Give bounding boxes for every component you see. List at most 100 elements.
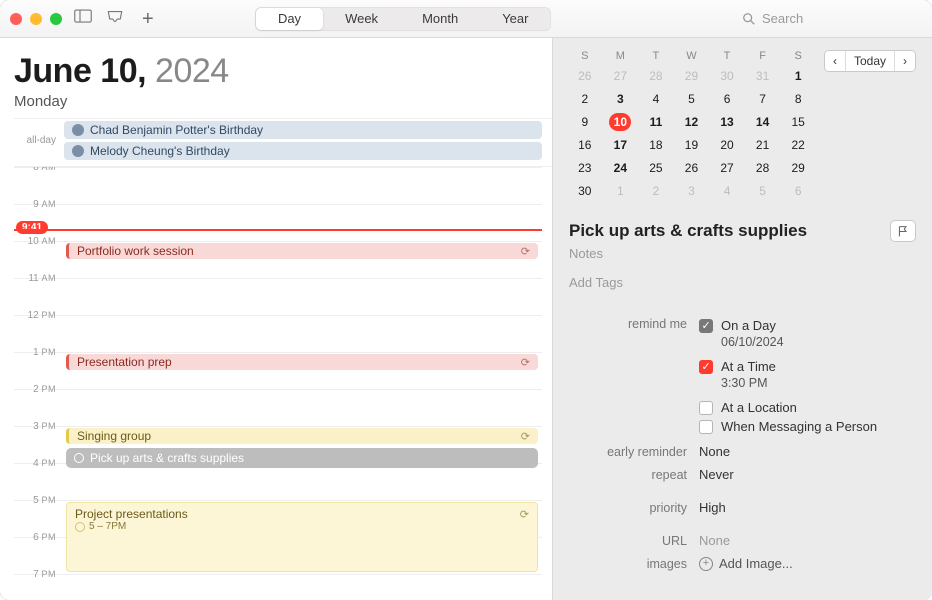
- at-location-label: At a Location: [721, 400, 797, 415]
- on-a-day-checkbox[interactable]: [699, 319, 713, 333]
- hour-label: 7 PM: [14, 569, 56, 580]
- minical-day[interactable]: 24: [609, 159, 631, 177]
- add-event-button[interactable]: +: [142, 9, 154, 29]
- minical-day[interactable]: 14: [752, 113, 774, 131]
- minical-day[interactable]: 5: [680, 90, 702, 108]
- minical-day[interactable]: 9: [574, 113, 596, 131]
- reminder-title[interactable]: Pick up arts & crafts supplies: [569, 221, 807, 241]
- view-day-tab[interactable]: Day: [256, 8, 323, 30]
- minical-day[interactable]: 18: [645, 136, 667, 154]
- view-year-tab[interactable]: Year: [480, 8, 550, 30]
- minical-day[interactable]: 29: [680, 67, 702, 85]
- mini-calendar: SMTWTFS262728293031123456789101112131415…: [569, 50, 814, 200]
- hour-label: 1 PM: [14, 347, 56, 358]
- search-placeholder: Search: [762, 11, 803, 26]
- calendar-event[interactable]: Singing group⟳: [66, 428, 538, 444]
- minimize-window-button[interactable]: [30, 13, 42, 25]
- minical-day[interactable]: 8: [787, 90, 809, 108]
- minical-day[interactable]: 26: [574, 67, 596, 85]
- minical-day[interactable]: 1: [609, 182, 631, 200]
- minical-day[interactable]: 30: [716, 67, 738, 85]
- priority-value[interactable]: High: [699, 500, 916, 515]
- at-a-time-checkbox[interactable]: [699, 360, 713, 374]
- minical-day[interactable]: 21: [752, 136, 774, 154]
- minical-day[interactable]: 30: [574, 182, 596, 200]
- minical-day[interactable]: 2: [574, 90, 596, 108]
- minical-day[interactable]: 19: [680, 136, 702, 154]
- minical-day[interactable]: 23: [574, 159, 596, 177]
- close-window-button[interactable]: [10, 13, 22, 25]
- calendar-event[interactable]: Portfolio work session⟳: [66, 243, 538, 259]
- search-field[interactable]: Search: [742, 7, 922, 31]
- all-day-event[interactable]: Chad Benjamin Potter's Birthday: [64, 121, 542, 139]
- minical-day[interactable]: 31: [752, 67, 774, 85]
- all-day-event[interactable]: Melody Cheung's Birthday: [64, 142, 542, 160]
- minical-day[interactable]: 25: [645, 159, 667, 177]
- minical-day[interactable]: 6: [716, 90, 738, 108]
- at-a-time-label: At a Time: [721, 359, 776, 374]
- minical-day[interactable]: 27: [716, 159, 738, 177]
- on-a-day-value[interactable]: 06/10/2024: [699, 335, 916, 349]
- calendar-event[interactable]: Project presentations⟳5 – 7PM: [66, 502, 538, 572]
- view-week-tab[interactable]: Week: [323, 8, 400, 30]
- calendar-event[interactable]: Pick up arts & crafts supplies: [66, 448, 538, 468]
- minical-day[interactable]: 16: [574, 136, 596, 154]
- calendar-event[interactable]: Presentation prep⟳: [66, 354, 538, 370]
- repeat-value[interactable]: Never: [699, 467, 916, 482]
- add-image-button[interactable]: + Add Image...: [699, 556, 916, 571]
- inbox-icon[interactable]: [106, 8, 124, 29]
- page-title: June 10, 2024: [14, 52, 552, 91]
- minical-day[interactable]: 22: [787, 136, 809, 154]
- calendars-sidebar-icon[interactable]: [74, 8, 92, 29]
- minical-day[interactable]: 28: [645, 67, 667, 85]
- view-segmented-control: Day Week Month Year: [255, 7, 552, 31]
- at-a-time-value[interactable]: 3:30 PM: [699, 376, 916, 390]
- minical-day[interactable]: 4: [645, 90, 667, 108]
- view-month-tab[interactable]: Month: [400, 8, 480, 30]
- minical-day[interactable]: 15: [787, 113, 809, 131]
- minical-day[interactable]: 2: [645, 182, 667, 200]
- minical-day[interactable]: 17: [609, 136, 631, 154]
- all-day-event-title: Chad Benjamin Potter's Birthday: [90, 123, 263, 137]
- hour-row: 7 PM: [14, 574, 542, 600]
- today-button[interactable]: Today: [845, 51, 894, 71]
- minical-day[interactable]: 13: [716, 113, 738, 131]
- timeline[interactable]: 8 AM9 AM10 AM11 AM12 PM1 PM2 PM3 PM4 PM5…: [14, 166, 552, 600]
- at-location-checkbox[interactable]: [699, 401, 713, 415]
- minical-dow-header: M: [605, 50, 637, 62]
- minical-day[interactable]: 29: [787, 159, 809, 177]
- hour-label: 5 PM: [14, 495, 56, 506]
- prev-button[interactable]: ‹: [825, 51, 845, 71]
- minical-day[interactable]: 10: [609, 113, 631, 131]
- minical-day[interactable]: 3: [680, 182, 702, 200]
- tags-field[interactable]: Add Tags: [569, 275, 916, 300]
- url-value[interactable]: None: [699, 533, 916, 548]
- window-controls: [10, 13, 62, 25]
- inspector-sidebar: SMTWTFS262728293031123456789101112131415…: [552, 38, 932, 600]
- minical-day[interactable]: 26: [680, 159, 702, 177]
- early-reminder-value[interactable]: None: [699, 444, 916, 459]
- minical-day[interactable]: 1: [787, 67, 809, 85]
- minical-day[interactable]: 5: [752, 182, 774, 200]
- minical-day[interactable]: 11: [645, 113, 667, 131]
- birthday-icon: [72, 124, 84, 136]
- minical-day[interactable]: 3: [609, 90, 631, 108]
- minical-day[interactable]: 27: [609, 67, 631, 85]
- hour-label: 12 PM: [14, 310, 56, 321]
- flag-button[interactable]: [890, 220, 916, 242]
- minical-day[interactable]: 6: [787, 182, 809, 200]
- notes-field[interactable]: Notes: [569, 246, 916, 261]
- minical-day[interactable]: 20: [716, 136, 738, 154]
- url-label: URL: [569, 533, 699, 548]
- minical-day[interactable]: 4: [716, 182, 738, 200]
- when-messaging-checkbox[interactable]: [699, 420, 713, 434]
- day-view: June 10, 2024 Monday all-day Chad Benjam…: [0, 38, 552, 600]
- next-button[interactable]: ›: [894, 51, 915, 71]
- day-of-week-label: Monday: [14, 93, 552, 110]
- birthday-icon: [72, 145, 84, 157]
- minical-day[interactable]: 7: [752, 90, 774, 108]
- minical-day[interactable]: 12: [680, 113, 702, 131]
- search-icon: [742, 12, 756, 26]
- fullscreen-window-button[interactable]: [50, 13, 62, 25]
- minical-day[interactable]: 28: [752, 159, 774, 177]
